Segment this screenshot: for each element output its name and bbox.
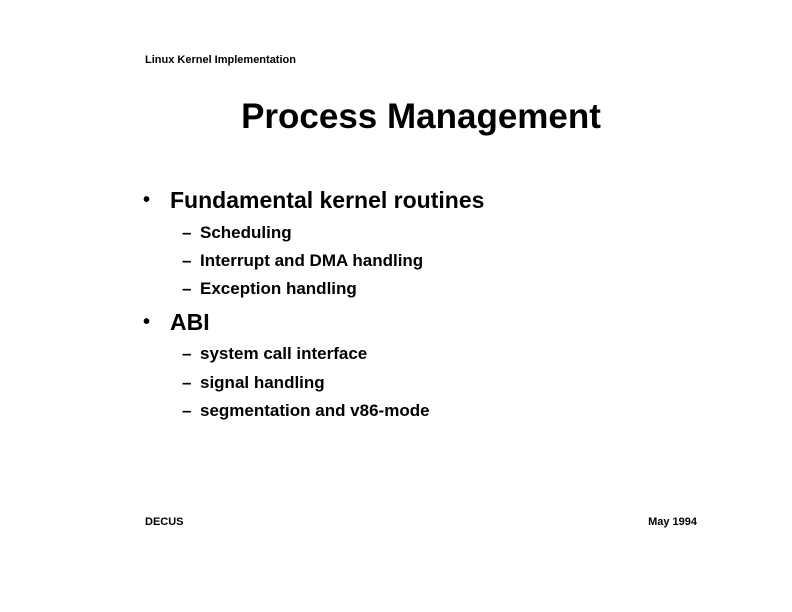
sub-item-marker: – — [182, 279, 192, 298]
sub-item-marker: – — [182, 251, 192, 270]
bullet-marker: • — [143, 189, 151, 211]
bullet-label: ABI — [170, 309, 210, 335]
slide-header: Linux Kernel Implementation — [145, 54, 296, 66]
sub-item-label: Exception handling — [200, 279, 357, 298]
sub-item-label: Interrupt and DMA handling — [200, 251, 424, 270]
slide-title: Process Management — [241, 97, 601, 136]
sub-item-marker: – — [182, 373, 192, 392]
sub-item-marker: – — [182, 223, 192, 242]
sub-item-label: segmentation and v86-mode — [200, 401, 430, 420]
bullet-label: Fundamental kernel routines — [170, 187, 485, 213]
sub-item-marker: – — [182, 344, 192, 363]
sub-item-label: Scheduling — [200, 223, 292, 242]
footer-left: DECUS — [145, 516, 184, 528]
sub-item-marker: – — [182, 401, 192, 420]
sub-item-label: system call interface — [200, 344, 368, 363]
bullet-marker: • — [143, 311, 151, 333]
footer-right: May 1994 — [648, 516, 697, 528]
sub-item-label: signal handling — [200, 373, 325, 392]
